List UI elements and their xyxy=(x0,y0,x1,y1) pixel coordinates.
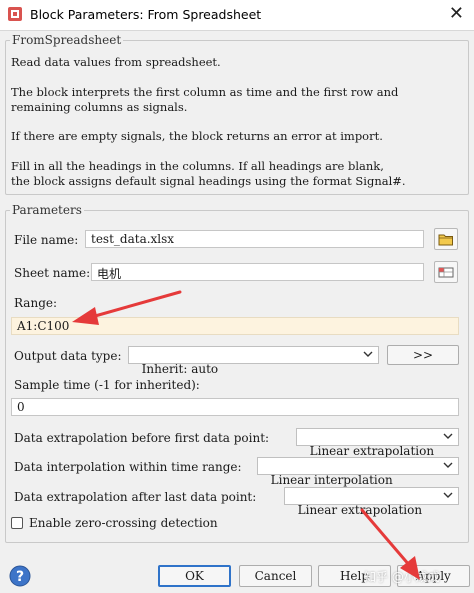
chevron-down-icon xyxy=(363,351,373,357)
output-data-type-dropdown[interactable]: Inherit: auto xyxy=(128,346,379,376)
extrap-before-dropdown[interactable]: Linear extrapolation xyxy=(296,428,459,458)
extrap-before-value: Linear extrapolation xyxy=(309,444,435,458)
extrap-after-dropdown[interactable]: Linear extrapolation xyxy=(284,487,459,517)
ok-button[interactable]: OK xyxy=(158,565,231,587)
interp-within-dropdown[interactable]: Linear interpolation xyxy=(257,457,459,487)
extrap-after-value: Linear extrapolation xyxy=(297,503,423,517)
simulink-app-icon xyxy=(8,7,22,21)
extrap-after-label: Data extrapolation after last data point… xyxy=(14,490,257,504)
window-title: Block Parameters: From Spreadsheet xyxy=(30,7,262,22)
spreadsheet-icon xyxy=(438,267,454,277)
title-bar: Block Parameters: From Spreadsheet ✕ xyxy=(0,0,474,31)
file-name-label: File name: xyxy=(14,233,79,247)
select-sheet-button[interactable] xyxy=(434,261,458,283)
folder-icon xyxy=(438,234,453,245)
sample-time-label: Sample time (-1 for inherited): xyxy=(14,378,200,392)
svg-text:?: ? xyxy=(16,569,24,585)
zero-crossing-checkbox[interactable] xyxy=(11,517,23,529)
description-line: If there are empty signals, the block re… xyxy=(11,129,383,143)
cancel-button[interactable]: Cancel xyxy=(239,565,312,587)
file-name-field[interactable]: test_data.xlsx xyxy=(85,230,424,248)
help-icon: ? xyxy=(9,565,31,587)
description-line: The block interprets the first column as… xyxy=(11,85,399,99)
close-icon[interactable]: ✕ xyxy=(449,3,464,24)
output-data-type-label: Output data type: xyxy=(14,349,122,363)
output-data-type-value: Inherit: auto xyxy=(141,362,219,376)
browse-file-button[interactable] xyxy=(434,228,458,250)
chevron-down-icon xyxy=(443,462,453,468)
help-icon[interactable]: ? xyxy=(9,565,31,587)
description-line: remaining columns as signals. xyxy=(11,100,188,114)
range-label: Range: xyxy=(14,296,58,310)
parameters-group-title: Parameters xyxy=(12,203,82,217)
sample-time-field[interactable]: 0 xyxy=(11,398,459,416)
zero-crossing-label: Enable zero-crossing detection xyxy=(29,516,218,530)
range-field[interactable]: A1:C100 xyxy=(11,317,459,335)
description-group-title: FromSpreadsheet xyxy=(12,33,122,47)
watermark-text: 知乎 @小成成 xyxy=(364,570,440,584)
chevron-down-icon xyxy=(443,492,453,498)
sheet-name-field[interactable]: 电机 xyxy=(91,263,424,281)
sheet-name-label: Sheet name: xyxy=(14,266,91,280)
data-type-assistant-button[interactable]: >> xyxy=(387,345,459,365)
description-line: Read data values from spreadsheet. xyxy=(11,55,221,69)
interp-within-value: Linear interpolation xyxy=(270,473,393,487)
description-line: the block assigns default signal heading… xyxy=(11,174,406,188)
description-line: Fill in all the headings in the columns.… xyxy=(11,159,384,173)
interp-within-label: Data interpolation within time range: xyxy=(14,460,242,474)
chevron-down-icon xyxy=(443,433,453,439)
extrap-before-label: Data extrapolation before first data poi… xyxy=(14,431,270,445)
